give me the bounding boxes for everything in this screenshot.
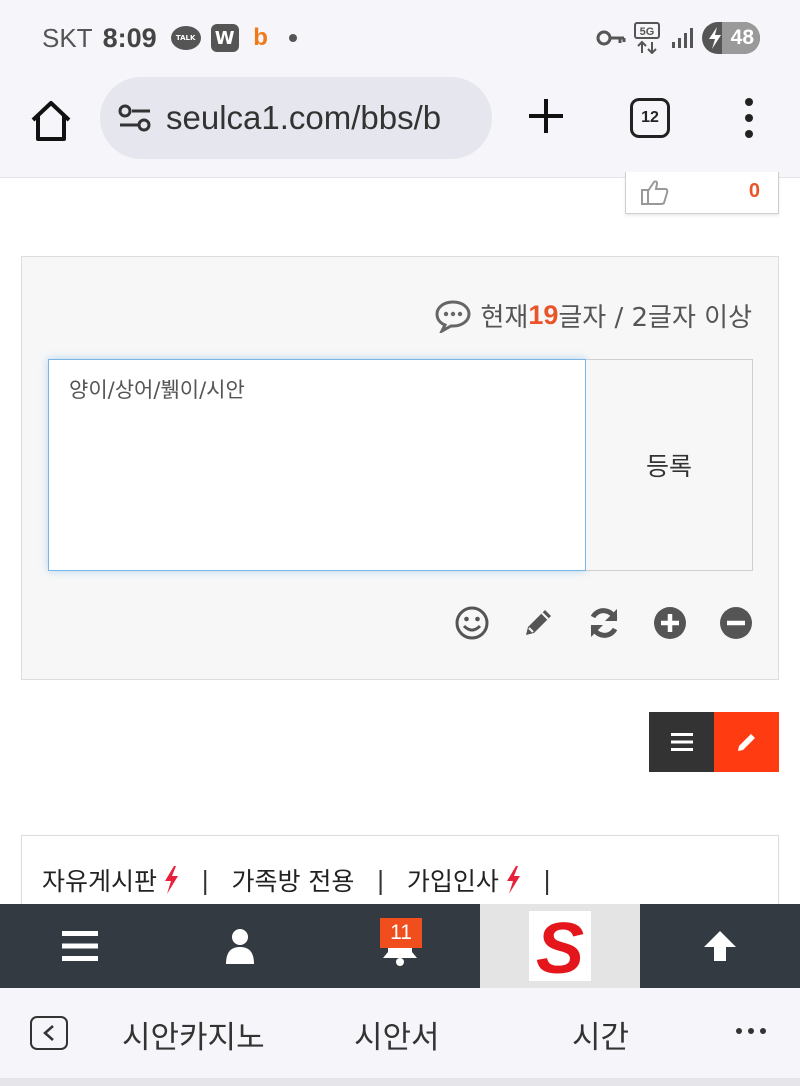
5g-data-icon: 5G [634,22,660,54]
char-counter: 현재 19 글자 / 2글자 이상 [434,297,752,334]
site-logo-letter: S [536,911,584,981]
speech-bubble-icon [435,299,471,333]
site-logo-icon: S [529,911,591,981]
more-icon[interactable] [736,1028,766,1034]
user-icon [226,929,254,964]
nav-menu-button[interactable] [0,904,160,988]
board-links: 자유게시판 | 가족방 전용 | 가입인사 | [21,835,779,915]
suggestion-item[interactable]: 시간 [572,1012,629,1057]
address-bar[interactable]: seulca1.com/bbs/b [100,77,492,159]
status-bar: SKT 8:09 TALK W b 5G 48 [0,0,800,76]
status-left: SKT 8:09 TALK W b [42,18,297,58]
smile-icon[interactable] [454,605,490,641]
network-label: 5G [640,26,655,38]
like-count: 0 [748,180,760,202]
pencil-icon [737,734,755,751]
tab-count: 12 [641,109,659,126]
chevron-left-icon [43,1025,54,1041]
url-text: seulca1.com/bbs/b [166,99,442,136]
thumbs-up-icon [641,180,669,205]
battery-indicator: 48 [702,22,760,54]
battery-level: 48 [730,26,754,49]
hot-bolt-icon [165,866,179,894]
suggestion-item[interactable]: 시안서 [354,1012,440,1057]
status-right: 5G 48 [596,20,760,56]
tab-switcher-button[interactable]: 12 [630,98,670,138]
link-separator: | [201,865,210,895]
site-logo[interactable]: S [480,904,640,988]
link-separator: | [376,865,385,895]
link-free-board[interactable]: 자유게시판 [42,862,157,898]
b-app-icon: b [253,24,268,51]
counter-prefix: 현재 [480,303,529,333]
new-tab-icon[interactable] [526,96,566,136]
list-button[interactable] [649,712,714,772]
link-greetings[interactable]: 가입인사 [407,862,499,898]
signal-icon [672,28,693,48]
w-app-icon: W [210,24,239,52]
nav-user-button[interactable] [160,904,320,988]
like-button[interactable]: 0 [625,172,779,214]
hot-bolt-icon [506,866,520,894]
link-family-room[interactable]: 가족방 전용 [231,862,354,898]
comment-form: 현재 19 글자 / 2글자 이상 양이/상어/뷁이/시안 등록 [21,256,779,680]
browser-toolbar: seulca1.com/bbs/b 12 [0,76,800,178]
charging-icon [709,27,721,49]
clock: 8:09 [102,22,157,53]
scroll-top-button[interactable] [640,904,800,988]
back-button[interactable] [30,1016,68,1050]
submit-comment-button[interactable]: 등록 [586,359,753,571]
comment-tools [454,605,754,641]
browser-menu-icon[interactable] [740,98,758,138]
board-links-row: 자유게시판 | 가족방 전용 | 가입인사 | [42,862,573,898]
link-separator: | [542,865,552,895]
suggestion-item[interactable]: 시안카지노 [122,1012,265,1057]
home-icon[interactable] [28,98,74,144]
browser-bottom-bar: 시안카지노 시안서 시간 [0,988,800,1086]
gesture-bar [0,1078,800,1086]
plus-circle-icon[interactable] [652,605,688,641]
notification-count-badge: 11 [380,918,422,948]
counter-value: 19 [528,300,559,330]
refresh-icon[interactable] [586,605,622,641]
hamburger-icon [62,931,98,961]
write-button[interactable] [714,712,779,772]
comment-input[interactable]: 양이/상어/뷁이/시안 [48,359,586,571]
arrow-up-icon [704,931,736,961]
minus-circle-icon[interactable] [718,605,754,641]
carrier-label: SKT [42,22,93,53]
more-notifications-dot [288,34,297,42]
list-icon [670,733,693,751]
kakaotalk-icon: TALK [170,26,201,50]
site-settings-icon[interactable] [118,103,152,133]
vpn-key-icon [596,30,626,46]
counter-suffix: 글자 / 2글자 이상 [558,303,752,333]
pencil-icon[interactable] [520,605,556,641]
